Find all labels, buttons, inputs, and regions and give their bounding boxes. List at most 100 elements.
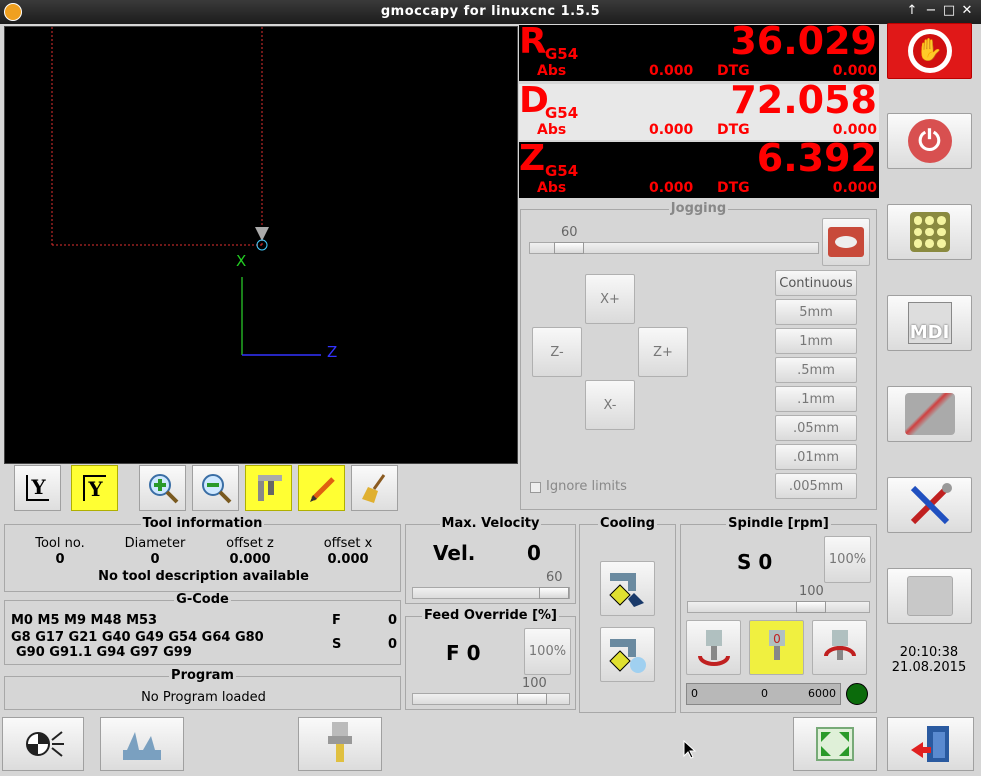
active-gcodes-line1: G8 G17 G21 G40 G49 G54 G64 G80 [11,630,264,645]
spindle-override-reset-button[interactable]: 100% [824,536,871,583]
ignore-limits-checkbox[interactable] [530,482,541,493]
axis-letter: R [519,21,547,62]
spindle-ccw-button[interactable] [686,620,741,675]
minimize-button[interactable]: − [923,3,939,19]
jog-speed-slider[interactable] [529,242,819,254]
spindle-stop-button[interactable]: 0 [749,620,804,675]
axis-value: 72.058 [730,78,877,122]
keep-above-button[interactable]: ↑ [904,3,920,19]
jog-x-minus-button[interactable]: X- [585,380,635,430]
spindle-override-slider[interactable] [687,601,870,613]
x-axis-label: X [236,252,247,270]
fullscreen-button[interactable] [793,717,877,771]
maximize-button[interactable]: □ [941,3,957,19]
settings-button[interactable] [887,477,972,533]
spindle-slider-value: 100 [799,584,824,599]
slider-knob[interactable] [539,587,569,599]
preview-canvas [51,27,321,356]
auto-mode-button[interactable] [887,386,972,442]
view-y-icon: Y [26,475,49,501]
increment-01mm[interactable]: .1mm [775,386,857,412]
slider-knob[interactable] [517,693,547,705]
increment-0005mm[interactable]: .005mm [775,473,857,499]
velocity-label: Vel. [433,541,476,565]
gcode-panel: G-Code M0 M5 M9 M48 M53 G8 G17 G21 G40 G… [4,592,401,665]
feed-label: F [332,613,341,628]
diameter-header: Diameter [124,536,186,551]
mdi-icon: MDI [907,302,952,344]
tool-cone-icon [255,227,269,241]
axis-letter: Z [519,138,546,179]
offset-z-value: 0.000 [229,552,271,567]
increment-continuous[interactable]: Continuous [775,270,857,296]
tool-button[interactable] [298,717,382,771]
estop-button[interactable]: ✋ [887,23,972,79]
manual-mode-button[interactable] [887,204,972,260]
mdi-mode-button[interactable]: MDI [887,295,972,351]
user-tabs-button[interactable] [887,568,972,624]
program-panel: Program No Program loaded [4,668,401,710]
program-title: Program [169,668,236,683]
exit-button[interactable] [887,717,974,771]
close-button[interactable]: ✕ [959,3,975,19]
spindle-at-speed-led [846,683,868,705]
feed-override-slider[interactable] [412,693,570,705]
abs-label: Abs [537,180,567,196]
view-y-button[interactable]: Y [14,465,61,511]
increment-5mm[interactable]: 5mm [775,299,857,325]
gcode-preview[interactable]: X Z [4,26,518,464]
power-button[interactable]: ⏻ [887,113,972,169]
clear-plot-button[interactable] [351,465,398,511]
jogging-panel: Jogging 60 X+ Z- Z+ X- Continuous 5mm 1m… [520,201,877,510]
feed-override-reset-button[interactable]: 100% [524,628,571,675]
touch-off-button[interactable] [100,717,184,771]
jog-z-minus-button[interactable]: Z- [532,327,582,377]
tools-icon [910,483,952,525]
active-gcodes-line2: G90 G91.1 G94 G97 G99 [16,645,192,660]
flood-coolant-icon [608,572,644,607]
dtg-value: 0.000 [832,63,877,79]
dro-d[interactable]: D G54 72.058 Abs 0.000 DTG 0.000 [519,78,879,140]
jog-x-plus-button[interactable]: X+ [585,274,635,324]
bar-value: 0 [761,687,768,700]
speed-value: 0 [388,637,398,652]
velocity-value: 0 [527,541,541,565]
flood-button[interactable] [600,561,655,616]
max-velocity-panel: Max. Velocity Vel. 0 60 [405,516,576,604]
max-velocity-slider[interactable] [412,587,570,599]
feed-value: 0 [388,613,398,628]
increment-001mm[interactable]: .01mm [775,444,857,470]
z-axis-label: Z [327,343,338,361]
dro-r[interactable]: R G54 36.029 Abs 0.000 DTG 0.000 [519,19,879,81]
svg-text:0: 0 [773,632,781,646]
home-button[interactable] [2,717,84,771]
coord-system: G54 [545,162,579,180]
caliper-icon [257,475,282,501]
spindle-cw-button[interactable] [812,620,867,675]
increment-05mm[interactable]: .5mm [775,357,857,383]
tool-holder-icon [328,722,352,762]
zoom-in-button[interactable] [139,465,186,511]
show-dimensions-button[interactable] [245,465,292,511]
turtle-jog-button[interactable] [822,218,870,266]
slider-knob[interactable] [796,601,826,613]
axis-value: 6.392 [756,136,877,180]
bar-max: 6000 [808,687,836,700]
slider-knob[interactable] [554,242,584,254]
zoom-out-button[interactable] [192,465,239,511]
dtg-label: DTG [717,122,750,138]
increment-1mm[interactable]: 1mm [775,328,857,354]
dtg-value: 0.000 [832,180,877,196]
increment-005mm[interactable]: .05mm [775,415,857,441]
offset-x-value: 0.000 [327,552,369,567]
cooling-title: Cooling [598,516,657,531]
jog-z-plus-button[interactable]: Z+ [638,327,688,377]
zoom-out-icon [201,474,231,504]
view-y-rotated-button[interactable]: Y [71,465,118,511]
mist-button[interactable] [600,627,655,682]
dro-z[interactable]: Z G54 6.392 Abs 0.000 DTG 0.000 [519,136,879,198]
max-velocity-title: Max. Velocity [439,516,542,531]
dtg-label: DTG [717,63,750,79]
program-status: No Program loaded [141,690,266,705]
show-path-button[interactable] [298,465,345,511]
